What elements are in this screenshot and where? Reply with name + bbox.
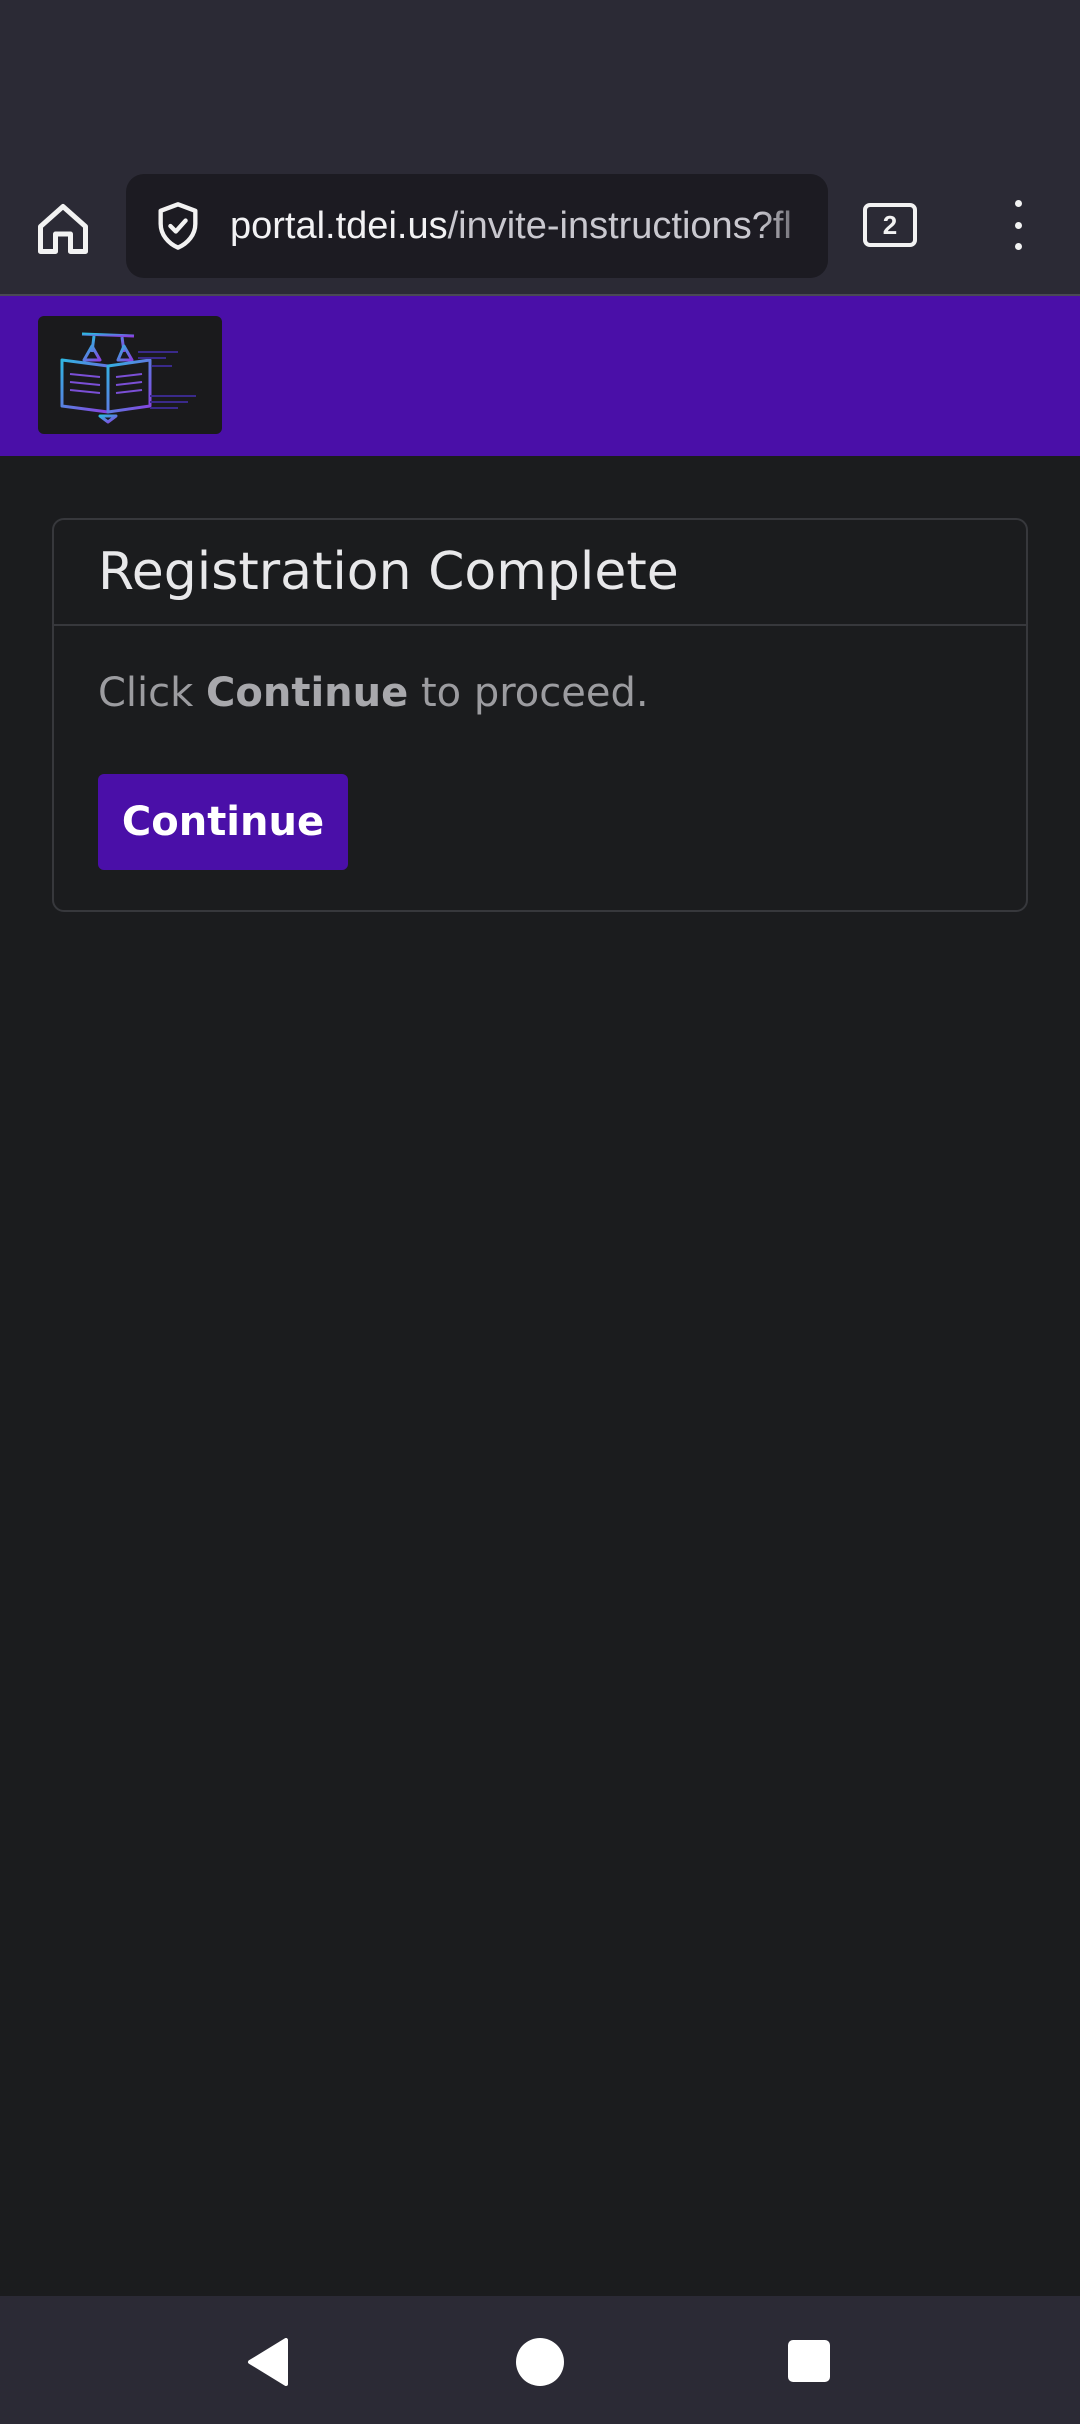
recent-apps-icon[interactable] — [788, 2340, 830, 2382]
card-message: Click Continue to proceed. — [98, 670, 649, 716]
registration-card: Registration Complete Click Continue to … — [52, 518, 1028, 912]
continue-button[interactable]: Continue — [98, 774, 348, 870]
more-vert-icon[interactable] — [1000, 200, 1036, 250]
message-suffix: to proceed. — [408, 670, 649, 716]
url-fade — [758, 174, 828, 278]
url-text: portal.tdei.us/invite-instructions?fl — [230, 174, 792, 278]
browser-toolbar: portal.tdei.us/invite-instructions?fl 2 — [0, 150, 1080, 296]
site-header — [0, 296, 1080, 456]
tab-count-button[interactable]: 2 — [863, 203, 917, 247]
url-path: /invite-instructions?fl — [447, 205, 792, 247]
card-title: Registration Complete — [98, 542, 679, 602]
home-circle-icon[interactable] — [516, 2338, 564, 2386]
back-icon[interactable] — [246, 2338, 290, 2386]
message-emphasis: Continue — [206, 670, 409, 716]
system-nav-bar — [0, 2296, 1080, 2424]
message-prefix: Click — [98, 670, 207, 716]
url-host: portal.tdei.us — [230, 205, 448, 247]
home-icon[interactable] — [30, 196, 96, 262]
shield-check-icon[interactable] — [152, 200, 204, 252]
status-bar — [0, 0, 1080, 150]
card-header: Registration Complete — [54, 520, 1026, 626]
address-bar[interactable]: portal.tdei.us/invite-instructions?fl — [126, 174, 828, 278]
tdei-logo[interactable] — [38, 316, 222, 434]
